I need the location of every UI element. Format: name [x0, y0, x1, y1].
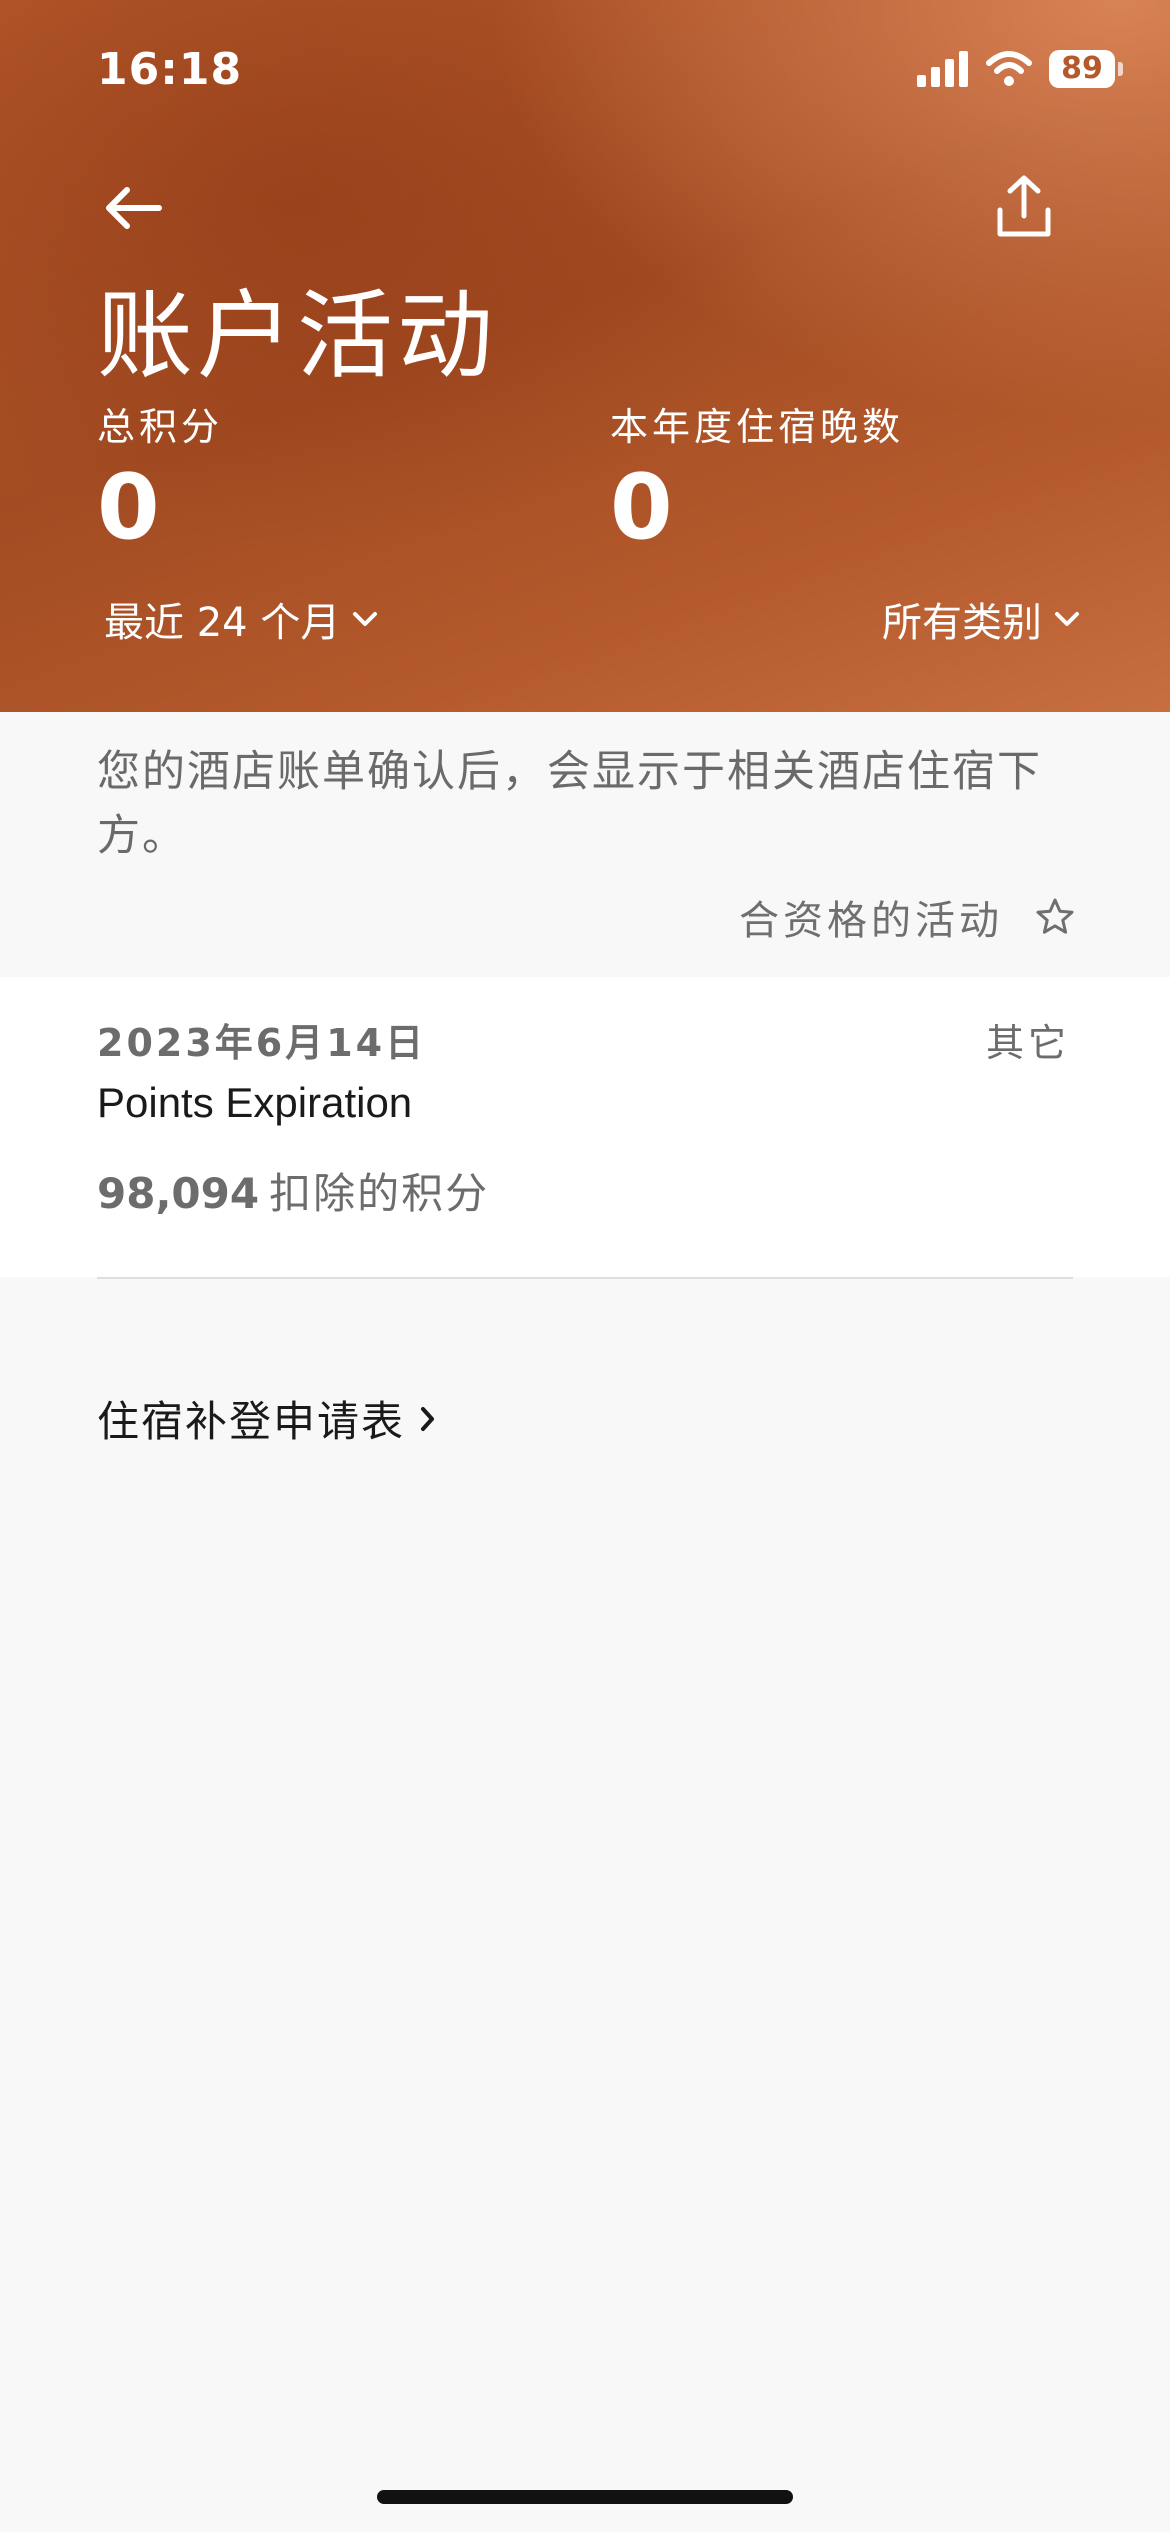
header: 16:18 89 账户活动 总积分 0 本年度住宿晚数 0 最近 24 个月 所… [0, 0, 1170, 712]
stay-claim-link[interactable]: 住宿补登申请表 [97, 1388, 437, 1449]
category-filter-label: 所有类别 [882, 600, 1042, 646]
activity-category: 其它 [985, 1021, 1070, 1065]
back-button[interactable] [100, 180, 166, 236]
divider [97, 1277, 1073, 1279]
activity-points: 98,094 扣除的积分 [97, 1160, 489, 1221]
period-filter[interactable]: 最近 24 个月 [104, 590, 378, 648]
nights-value: 0 [610, 455, 673, 560]
share-button[interactable] [988, 170, 1060, 242]
nights-stat: 本年度住宿晚数 0 [610, 396, 904, 560]
stay-claim-label: 住宿补登申请表 [97, 1397, 406, 1446]
eligible-activity-label: 合资格的活动 [739, 898, 1003, 944]
activity-points-label: 扣除的积分 [269, 1169, 490, 1218]
activity-name: Points Expiration [97, 1079, 413, 1126]
chevron-right-icon [421, 1406, 435, 1431]
total-points-stat: 总积分 0 [97, 396, 223, 560]
category-filter[interactable]: 所有类别 [882, 590, 1080, 648]
status-icons: 89 [917, 50, 1123, 88]
wifi-icon [986, 51, 1032, 86]
page-title: 账户活动 [97, 280, 497, 392]
info-message: 您的酒店账单确认后，会显示于相关酒店住宿下方。 [97, 747, 1042, 861]
chevron-down-icon [353, 612, 378, 626]
share-icon [997, 175, 1051, 237]
eligible-activity-toggle[interactable]: 合资格的活动 [739, 888, 1075, 946]
battery-icon: 89 [1049, 50, 1123, 88]
activity-card[interactable]: 2023年6月14日 其它 Points Expiration 98,094 扣除… [0, 977, 1170, 1277]
star-outline-icon [1036, 898, 1074, 934]
back-arrow-icon [106, 187, 162, 229]
status-time: 16:18 [97, 44, 243, 95]
activity-date: 2023年6月14日 [97, 1021, 427, 1065]
total-points-label: 总积分 [97, 405, 224, 449]
chevron-down-icon [1055, 612, 1079, 626]
home-indicator[interactable] [377, 2490, 793, 2504]
period-filter-label: 最近 24 个月 [104, 600, 341, 646]
nights-label: 本年度住宿晚数 [610, 405, 905, 449]
total-points-value: 0 [97, 455, 160, 560]
signal-icon [917, 51, 968, 87]
activity-points-value: 98,094 [97, 1169, 260, 1218]
